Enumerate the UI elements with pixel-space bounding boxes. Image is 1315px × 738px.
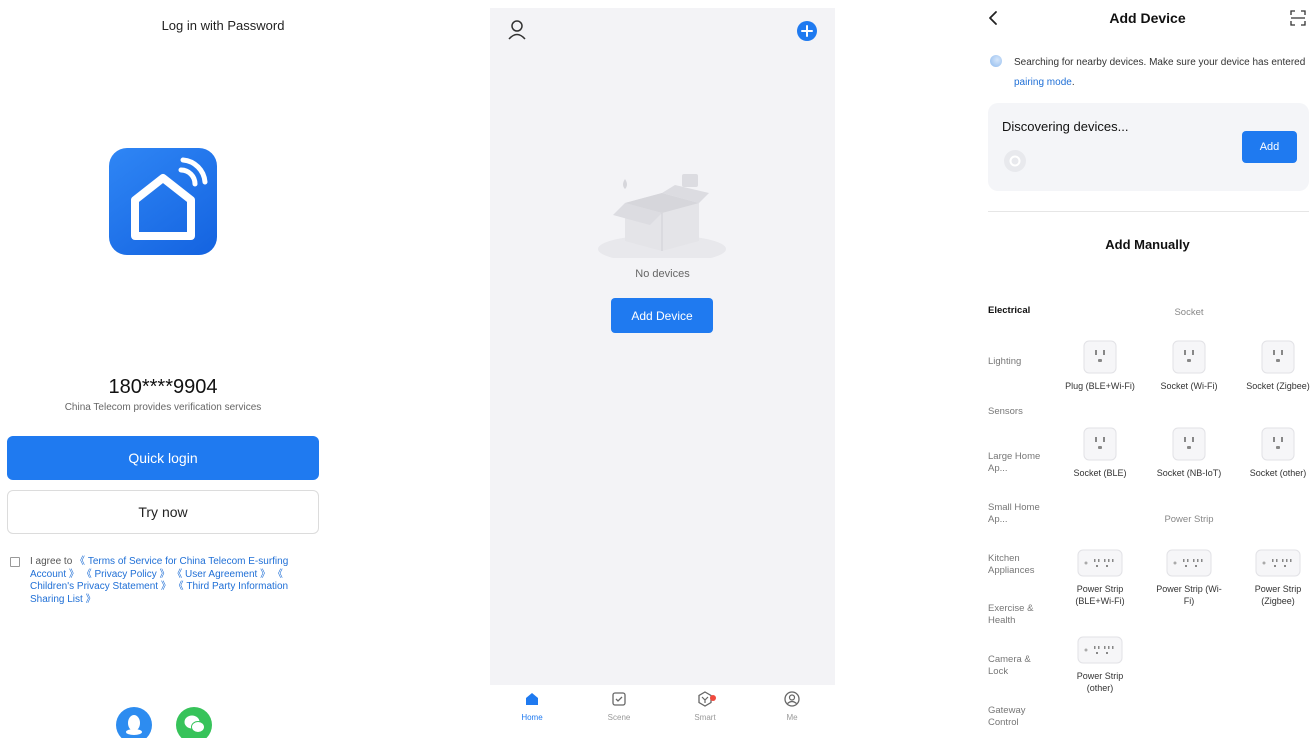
- spinner-icon: [1009, 155, 1021, 167]
- try-now-button[interactable]: Try now: [7, 490, 319, 534]
- link-privacy-policy[interactable]: 《 Privacy Policy 》: [82, 569, 170, 580]
- login-screen: Log in with Password 180****9904 China T…: [0, 0, 330, 738]
- socket-icon: [1083, 427, 1117, 461]
- link-user-agreement[interactable]: 《 User Agreement 》: [172, 569, 270, 580]
- socket-icon: [1261, 340, 1295, 374]
- socket-icon: [1172, 340, 1206, 374]
- qq-login-button[interactable]: [116, 707, 152, 738]
- device-socket-wifi[interactable]: Socket (Wi-Fi): [1154, 340, 1224, 392]
- add-device-screen: Add Device Searching for nearby devices.…: [975, 0, 1315, 738]
- category-large-home-appliances[interactable]: Large Home Ap...: [988, 451, 1046, 475]
- device-label: Socket (NB-IoT): [1156, 468, 1222, 478]
- device-socket-zigbee[interactable]: Socket (Zigbee): [1243, 340, 1313, 392]
- home-icon: [526, 693, 538, 705]
- me-icon: [784, 691, 800, 707]
- plus-icon: [801, 25, 813, 37]
- discovering-text: Discovering devices...: [1002, 119, 1129, 134]
- home-screen: No devices Add Device Home Scene Smart M…: [490, 8, 835, 730]
- tab-me-label: Me: [786, 713, 798, 722]
- device-label: Socket (Wi-Fi): [1160, 381, 1218, 391]
- searching-message: Searching for nearby devices. Make sure …: [1014, 53, 1314, 93]
- agree-prefix: I agree to: [30, 556, 73, 567]
- power-strip-icon: [1077, 549, 1123, 577]
- power-strip-icon: [1077, 636, 1123, 664]
- category-gateway-control[interactable]: Gateway Control: [988, 705, 1046, 729]
- discovery-card: Discovering devices... Add: [988, 103, 1309, 191]
- category-electrical[interactable]: Electrical: [988, 305, 1058, 317]
- socket-icon: [1083, 340, 1117, 374]
- home-wifi-icon: [131, 157, 208, 240]
- add-button[interactable]: [797, 21, 817, 41]
- device-plug-ble-wifi[interactable]: Plug (BLE+Wi-Fi): [1065, 340, 1135, 392]
- verification-note: China Telecom provides verification serv…: [64, 402, 262, 413]
- divider: [988, 211, 1309, 212]
- tab-home[interactable]: Home: [502, 691, 562, 722]
- device-power-strip-ble-wifi[interactable]: Power Strip (BLE+Wi-Fi): [1065, 549, 1135, 607]
- empty-box-illustration: [598, 174, 726, 258]
- device-label: Socket (other): [1249, 468, 1307, 478]
- searching-icon: [990, 55, 1002, 67]
- device-power-strip-other[interactable]: Power Strip (other): [1065, 636, 1135, 694]
- device-label: Power Strip (Wi-Fi): [1156, 584, 1222, 606]
- tab-scene-label: Scene: [607, 713, 631, 722]
- tab-smart-label: Smart: [694, 713, 716, 722]
- discovering-spinner: [1004, 150, 1026, 172]
- category-exercise-health[interactable]: Exercise & Health: [988, 603, 1046, 627]
- socket-icon: [1172, 427, 1206, 461]
- empty-state-text: No devices: [635, 268, 690, 280]
- device-socket-nb-iot[interactable]: Socket (NB-IoT): [1154, 427, 1224, 479]
- app-logo: [109, 148, 217, 255]
- device-label: Plug (BLE+Wi-Fi): [1065, 381, 1135, 391]
- category-camera-lock[interactable]: Camera & Lock: [988, 654, 1046, 678]
- agree-checkbox[interactable]: [10, 557, 20, 567]
- device-label: Socket (BLE): [1073, 468, 1127, 478]
- power-strip-icon: [1166, 549, 1212, 577]
- page-title: Add Device: [1109, 10, 1186, 26]
- add-manually-title: Add Manually: [1105, 237, 1190, 252]
- searching-text-end: .: [1071, 77, 1075, 88]
- power-strip-icon: [1255, 549, 1301, 577]
- tab-smart[interactable]: Smart: [675, 691, 735, 722]
- tab-me[interactable]: Me: [762, 691, 822, 722]
- category-sensors[interactable]: Sensors: [988, 406, 1058, 418]
- socket-icon: [1261, 427, 1295, 461]
- wechat-login-button[interactable]: [176, 707, 212, 738]
- section-power-strip-title: Power Strip: [1164, 514, 1214, 525]
- device-label: Socket (Zigbee): [1246, 381, 1310, 391]
- category-kitchen-appliances[interactable]: Kitchen Appliances: [988, 553, 1046, 577]
- login-title: Log in with Password: [161, 18, 285, 33]
- pairing-mode-link[interactable]: pairing mode: [1014, 77, 1072, 88]
- scene-icon: [612, 692, 626, 706]
- quick-login-button[interactable]: Quick login: [7, 436, 319, 480]
- tab-home-label: Home: [521, 713, 543, 722]
- bottom-tab-bar: Home Scene Smart Me: [490, 685, 835, 730]
- notification-badge: [710, 695, 716, 701]
- qq-icon: [126, 715, 142, 735]
- device-label: Power Strip (Zigbee): [1254, 584, 1302, 606]
- wechat-icon: [184, 715, 205, 733]
- device-label: Power Strip (BLE+Wi-Fi): [1075, 584, 1125, 606]
- searching-text: Searching for nearby devices. Make sure …: [1014, 57, 1306, 68]
- add-device-button[interactable]: Add Device: [611, 298, 713, 333]
- device-socket-ble[interactable]: Socket (BLE): [1065, 427, 1135, 479]
- phone-number: 180****9904: [108, 376, 218, 398]
- category-small-home-appliances[interactable]: Small Home Ap...: [988, 502, 1046, 526]
- scan-icon[interactable]: [1290, 10, 1306, 26]
- device-power-strip-zigbee[interactable]: Power Strip (Zigbee): [1243, 549, 1313, 607]
- tab-scene[interactable]: Scene: [589, 691, 649, 722]
- device-label: Power Strip (other): [1076, 671, 1124, 693]
- category-lighting[interactable]: Lighting: [988, 356, 1058, 368]
- user-icon[interactable]: [508, 20, 526, 40]
- agreement: I agree to 《 Terms of Service for China …: [10, 556, 320, 606]
- section-socket-title: Socket: [1174, 307, 1204, 318]
- add-button[interactable]: Add: [1242, 131, 1297, 163]
- device-socket-other[interactable]: Socket (other): [1243, 427, 1313, 479]
- device-power-strip-wifi[interactable]: Power Strip (Wi-Fi): [1154, 549, 1224, 607]
